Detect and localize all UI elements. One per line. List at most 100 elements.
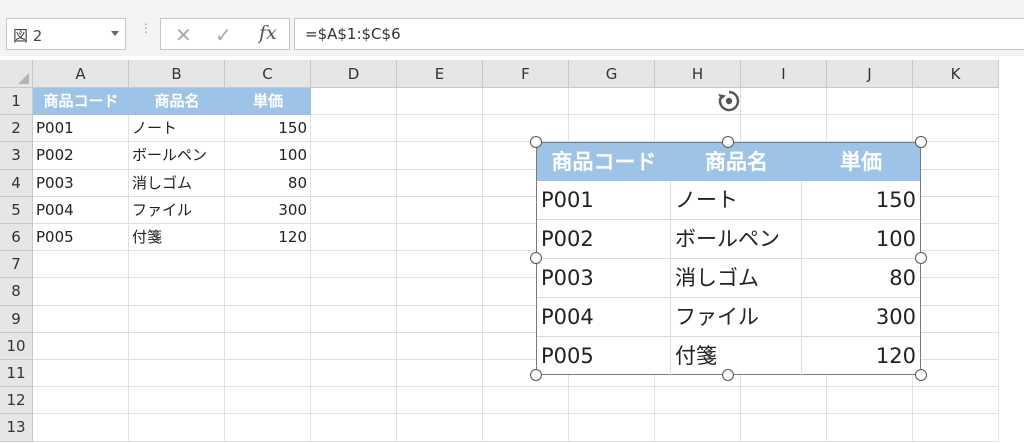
cell[interactable] xyxy=(129,251,225,279)
table-cell[interactable]: ファイル xyxy=(129,196,225,224)
cell[interactable] xyxy=(397,169,483,197)
cell[interactable] xyxy=(225,414,311,442)
cell[interactable] xyxy=(741,387,827,415)
row-header-2[interactable]: 2 xyxy=(0,115,33,143)
cell[interactable] xyxy=(655,414,741,442)
cell[interactable] xyxy=(311,332,397,360)
column-header-e[interactable]: E xyxy=(397,60,483,88)
column-header-g[interactable]: G xyxy=(569,60,655,88)
cell[interactable] xyxy=(311,360,397,388)
cell[interactable] xyxy=(397,224,483,252)
row-header-12[interactable]: 12 xyxy=(0,387,33,415)
cell[interactable] xyxy=(397,387,483,415)
cell[interactable] xyxy=(483,414,569,442)
column-header-j[interactable]: J xyxy=(827,60,913,88)
column-header-i[interactable]: I xyxy=(741,60,827,88)
row-header-4[interactable]: 4 xyxy=(0,169,33,197)
cell[interactable] xyxy=(225,305,311,333)
row-header-6[interactable]: 6 xyxy=(0,224,33,252)
cell[interactable] xyxy=(483,88,569,116)
resize-handle-middle-left[interactable] xyxy=(530,252,542,264)
cell[interactable] xyxy=(913,414,999,442)
cell[interactable] xyxy=(397,251,483,279)
table-header-cell[interactable]: 商品コード xyxy=(33,88,129,116)
cell[interactable] xyxy=(311,414,397,442)
table-cell[interactable]: 80 xyxy=(225,169,311,197)
cell[interactable] xyxy=(569,115,655,143)
table-cell[interactable]: 150 xyxy=(225,115,311,143)
cell[interactable] xyxy=(741,414,827,442)
cell[interactable] xyxy=(913,332,999,360)
table-cell[interactable]: P003 xyxy=(33,169,129,197)
cell[interactable] xyxy=(129,414,225,442)
column-header-h[interactable]: H xyxy=(655,60,741,88)
cell[interactable] xyxy=(129,305,225,333)
table-cell[interactable]: 300 xyxy=(225,196,311,224)
linked-picture[interactable]: 商品コード 商品名 単価 P001 ノート 150 P002 ボールペン 100 P003 消しゴム… xyxy=(536,142,921,376)
row-header-9[interactable]: 9 xyxy=(0,305,33,333)
cell[interactable] xyxy=(741,115,827,143)
cell[interactable] xyxy=(311,169,397,197)
cell[interactable] xyxy=(913,88,999,116)
cell[interactable] xyxy=(311,224,397,252)
cell[interactable] xyxy=(33,360,129,388)
column-header-f[interactable]: F xyxy=(483,60,569,88)
cell[interactable] xyxy=(827,88,913,116)
cell[interactable] xyxy=(129,360,225,388)
cell[interactable] xyxy=(397,115,483,143)
table-cell[interactable]: 120 xyxy=(225,224,311,252)
cell[interactable] xyxy=(569,88,655,116)
cell[interactable] xyxy=(33,305,129,333)
row-header-5[interactable]: 5 xyxy=(0,196,33,224)
row-header-11[interactable]: 11 xyxy=(0,360,33,388)
cell[interactable] xyxy=(311,196,397,224)
cell[interactable] xyxy=(33,332,129,360)
table-cell[interactable]: ボールペン xyxy=(129,142,225,170)
cell[interactable] xyxy=(827,115,913,143)
resize-handle-top-left[interactable] xyxy=(530,136,542,148)
cell[interactable] xyxy=(129,278,225,306)
column-header-b[interactable]: B xyxy=(129,60,225,88)
cell[interactable] xyxy=(913,169,999,197)
cell[interactable] xyxy=(655,387,741,415)
cell[interactable] xyxy=(311,142,397,170)
column-header-c[interactable]: C xyxy=(225,60,311,88)
table-cell[interactable]: P004 xyxy=(33,196,129,224)
cell[interactable] xyxy=(129,387,225,415)
cell[interactable] xyxy=(569,387,655,415)
table-cell[interactable]: 100 xyxy=(225,142,311,170)
resize-handle-top-center[interactable] xyxy=(722,136,734,148)
enter-icon[interactable]: ✓ xyxy=(215,23,232,47)
cell[interactable] xyxy=(397,278,483,306)
cell[interactable] xyxy=(311,115,397,143)
cell[interactable] xyxy=(225,278,311,306)
column-header-d[interactable]: D xyxy=(311,60,397,88)
table-header-cell[interactable]: 商品名 xyxy=(129,88,225,116)
cell[interactable] xyxy=(397,196,483,224)
cell[interactable] xyxy=(225,387,311,415)
more-options-icon[interactable]: ⋮ xyxy=(140,22,152,43)
table-header-cell[interactable]: 単価 xyxy=(225,88,311,116)
row-header-7[interactable]: 7 xyxy=(0,251,33,279)
table-cell[interactable]: ノート xyxy=(129,115,225,143)
column-header-a[interactable]: A xyxy=(33,60,129,88)
cell[interactable] xyxy=(397,305,483,333)
cell[interactable] xyxy=(913,196,999,224)
cell[interactable] xyxy=(33,278,129,306)
cell[interactable] xyxy=(397,360,483,388)
cell[interactable] xyxy=(913,142,999,170)
row-header-1[interactable]: 1 xyxy=(0,88,33,116)
row-header-10[interactable]: 10 xyxy=(0,332,33,360)
cell[interactable] xyxy=(569,414,655,442)
table-cell[interactable]: 付箋 xyxy=(129,224,225,252)
row-header-13[interactable]: 13 xyxy=(0,414,33,442)
row-header-3[interactable]: 3 xyxy=(0,142,33,170)
cell[interactable] xyxy=(311,251,397,279)
cell[interactable] xyxy=(741,88,827,116)
cell[interactable] xyxy=(397,88,483,116)
cell[interactable] xyxy=(397,414,483,442)
cell[interactable] xyxy=(33,251,129,279)
cell[interactable] xyxy=(225,332,311,360)
cell[interactable] xyxy=(311,278,397,306)
cancel-icon[interactable]: ✕ xyxy=(175,23,192,47)
